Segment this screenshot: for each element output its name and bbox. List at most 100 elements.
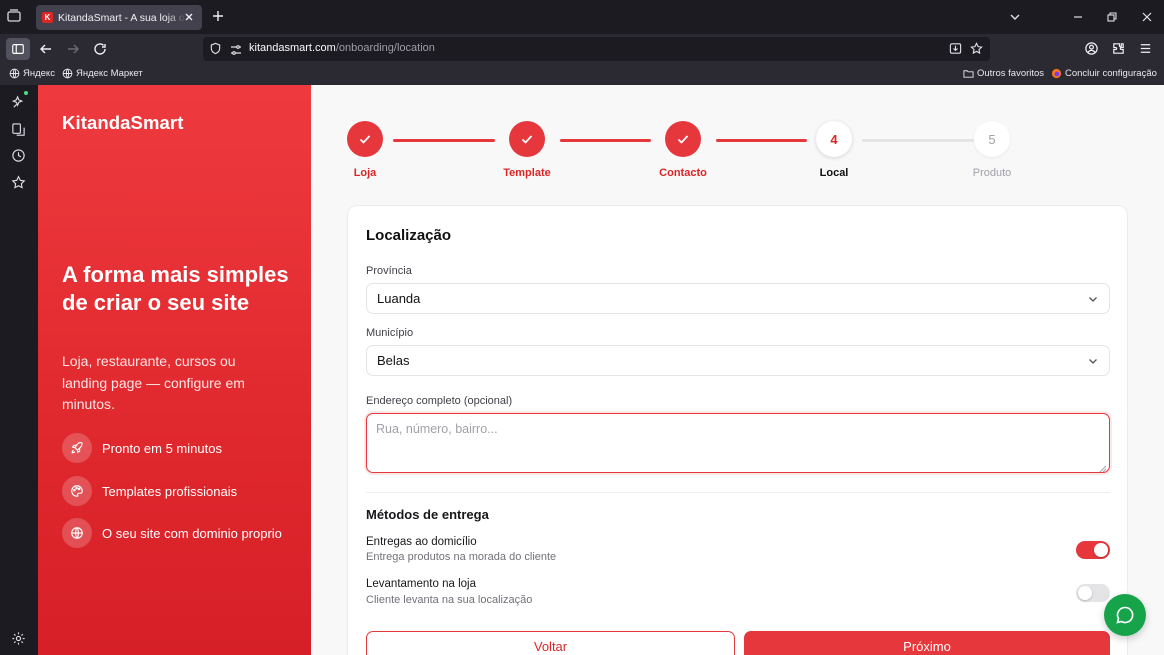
shield-icon[interactable] [209, 42, 222, 55]
firefox-icon [1051, 68, 1062, 79]
step-loja[interactable]: Loja [347, 121, 383, 179]
star-icon[interactable] [11, 175, 26, 190]
url-text: kitandasmart.com/onboarding/location [249, 42, 435, 54]
browser-tab[interactable]: K KitandaSmart - A sua loja online [36, 5, 202, 30]
chevron-down-icon [1087, 355, 1099, 367]
bookmark-other-favorites[interactable]: Outros favoritos [963, 68, 1044, 79]
step-number: 5 [974, 121, 1010, 157]
home-delivery-title: Entregas ao domicílio [366, 536, 477, 548]
rocket-icon [71, 442, 83, 454]
tab-list-icon[interactable] [6, 8, 24, 26]
chat-bubble-icon [1116, 606, 1134, 624]
address-textarea[interactable]: Rua, número, bairro... [366, 413, 1110, 473]
municipality-value: Belas [377, 353, 410, 368]
close-window-icon[interactable] [1140, 10, 1154, 24]
address-placeholder: Rua, número, bairro... [376, 422, 498, 436]
site-favicon-icon: K [42, 12, 53, 23]
bookmark-label: Outros favoritos [977, 68, 1045, 79]
sidebar-history-icon[interactable] [11, 122, 26, 137]
back-arrow-icon[interactable] [38, 41, 54, 57]
chevron-down-icon [1087, 293, 1099, 305]
step-number: 4 [816, 121, 852, 157]
step-label: Template [503, 167, 551, 179]
extensions-icon[interactable] [1111, 41, 1127, 57]
ai-sparkle-icon[interactable] [11, 91, 28, 110]
chevron-down-icon[interactable] [1008, 10, 1022, 24]
bookmark-label: Яндекс Маркет [76, 68, 143, 79]
browser-sidebar-rail [0, 85, 38, 655]
step-label: Contacto [659, 167, 707, 179]
url-domain: kitandasmart.com [249, 42, 336, 54]
step-connector [560, 139, 651, 142]
step-produto[interactable]: 5 Produto [973, 121, 1011, 179]
bookmark-yandex-market[interactable]: Яндекс Маркет [62, 68, 143, 79]
feature-label: Pronto em 5 minutos [102, 440, 222, 456]
new-tab-icon[interactable] [211, 9, 225, 23]
onboarding-main: Loja Template Contacto 4 Local 5 Produto… [311, 85, 1164, 655]
bookmark-star-icon[interactable] [970, 42, 983, 55]
settings-icon[interactable] [11, 631, 26, 646]
step-label: Local [819, 167, 849, 179]
install-app-icon[interactable] [949, 42, 962, 55]
location-form-card: Localização Província Luanda Município B… [347, 205, 1128, 655]
store-pickup-description: Cliente levanta na sua localização [366, 594, 533, 606]
address-label: Endereço completo (opcional) [366, 395, 513, 407]
step-contacto[interactable]: Contacto [659, 121, 707, 179]
bookmark-label: Яндекс [23, 68, 55, 79]
province-value: Luanda [377, 291, 421, 306]
bookmark-label: Concluir configuração [1065, 68, 1157, 79]
globe-icon [9, 68, 20, 79]
section-divider [366, 492, 1110, 493]
bookmarks-toolbar: Яндекс Яндекс Маркет Outros favoritos Co… [0, 64, 1164, 85]
feature-item: Templates profissionais [62, 476, 237, 506]
bookmark-yandex[interactable]: Яндекс [9, 68, 55, 79]
store-pickup-toggle[interactable] [1076, 584, 1110, 602]
delivery-methods-title: Métodos de entrega [366, 507, 489, 522]
account-icon[interactable] [1084, 41, 1100, 57]
folder-icon [963, 70, 974, 78]
palette-icon [71, 485, 83, 497]
reload-icon[interactable] [92, 41, 108, 57]
site-permissions-icon[interactable] [230, 43, 242, 55]
feature-label: O seu site com dominio proprio [102, 525, 282, 541]
step-label: Loja [353, 167, 377, 179]
sidebar-toggle-icon[interactable] [6, 38, 30, 60]
tab-title: KitandaSmart - A sua loja online [58, 11, 186, 24]
step-connector [393, 139, 495, 142]
onboarding-side-panel: KitandaSmart A forma mais simples de cri… [38, 85, 311, 655]
municipality-label: Município [366, 327, 414, 339]
back-button[interactable]: Voltar [366, 631, 735, 655]
check-icon [359, 135, 371, 144]
url-bar[interactable]: kitandasmart.com/onboarding/location [203, 37, 990, 61]
restore-icon[interactable] [1105, 10, 1119, 24]
hero-subtitle: Loja, restaurante, cursos ou landing pag… [62, 353, 245, 412]
navigation-bar: kitandasmart.com/onboarding/location [0, 34, 1164, 64]
feature-label: Templates profissionais [102, 483, 238, 499]
feature-item: Pronto em 5 minutos [62, 433, 222, 463]
bookmark-finish-setup[interactable]: Concluir configuração [1051, 68, 1157, 79]
step-template[interactable]: Template [503, 121, 551, 179]
minimize-icon[interactable] [1071, 10, 1085, 24]
step-connector [862, 139, 974, 142]
hero-headline: A forma mais simples de criar o seu site [62, 262, 289, 315]
menu-icon[interactable] [1138, 41, 1154, 57]
province-select[interactable]: Luanda [366, 283, 1110, 314]
check-icon [521, 135, 533, 144]
forward-arrow-icon[interactable] [65, 41, 81, 57]
next-button[interactable]: Próximo [744, 631, 1110, 655]
step-connector [716, 139, 807, 142]
globe-icon [71, 527, 83, 539]
clock-icon[interactable] [11, 148, 26, 163]
municipality-select[interactable]: Belas [366, 345, 1110, 376]
url-path: /onboarding/location [335, 42, 435, 54]
province-label: Província [366, 265, 412, 277]
brand-logo-text: KitandaSmart [62, 112, 184, 133]
whatsapp-chat-button[interactable] [1104, 594, 1146, 636]
home-delivery-toggle[interactable] [1076, 541, 1110, 559]
feature-item: O seu site com dominio proprio [62, 518, 282, 548]
check-icon [677, 135, 689, 144]
resize-handle-icon[interactable] [1099, 462, 1107, 473]
step-local[interactable]: 4 Local [816, 121, 852, 179]
close-tab-icon[interactable] [183, 10, 195, 22]
home-delivery-description: Entrega produtos na morada do cliente [366, 551, 557, 563]
